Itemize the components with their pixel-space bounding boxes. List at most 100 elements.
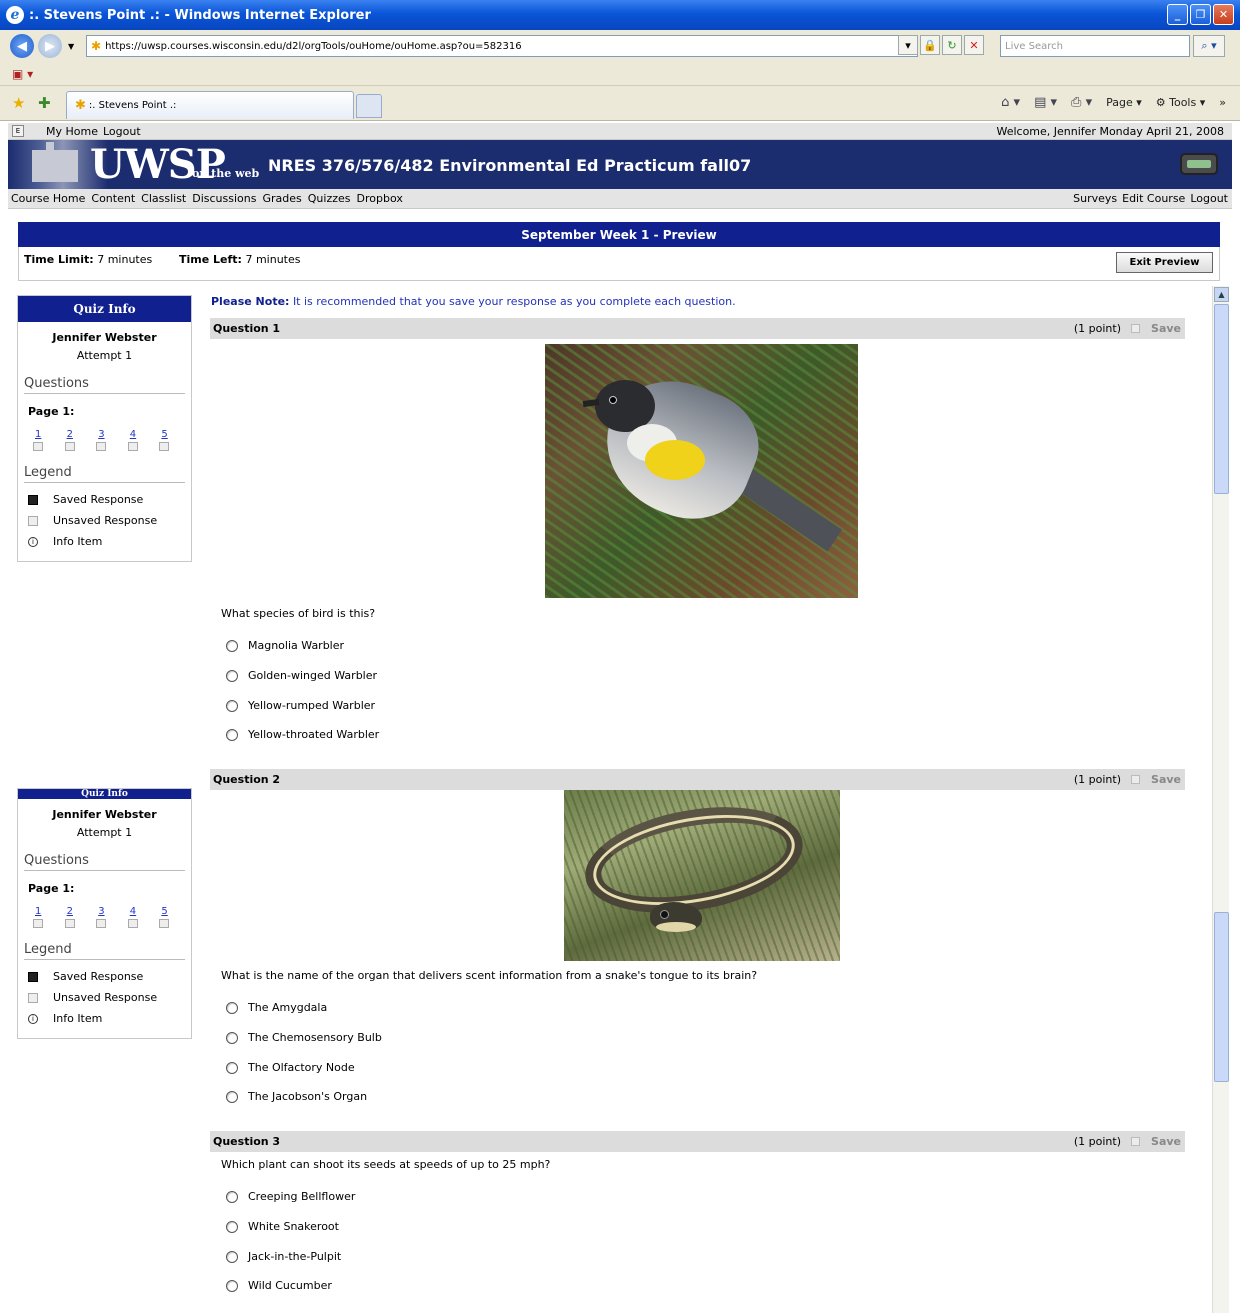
save-button[interactable]: Save	[1151, 773, 1181, 786]
answer-option[interactable]: Yellow-throated Warbler	[226, 728, 379, 741]
more-chevron-icon[interactable]: »	[1219, 96, 1226, 109]
history-dropdown-icon[interactable]: ▼	[68, 42, 74, 51]
question-link[interactable]: 2	[65, 429, 73, 440]
stop-icon[interactable]: ✕	[964, 35, 984, 55]
question-link[interactable]: 1	[33, 906, 41, 917]
minibar-toggle-icon[interactable]: E	[12, 125, 24, 137]
question-label: Question 1	[213, 322, 281, 335]
question-link-item: 1	[33, 906, 65, 928]
back-button[interactable]: ◀	[10, 34, 34, 58]
radio-button[interactable]	[226, 1031, 238, 1044]
url-field[interactable]: ✱ https://uwsp.courses.wisconsin.edu/d2l…	[86, 35, 918, 57]
answer-option[interactable]: Magnolia Warbler	[226, 639, 344, 652]
radio-button[interactable]	[226, 728, 238, 741]
legend-item: i Info Item	[28, 531, 191, 552]
nav-course-home[interactable]: Course Home	[11, 192, 85, 205]
option-label: Creeping Bellflower	[248, 1190, 356, 1203]
answer-option[interactable]: Wild Cucumber	[226, 1279, 332, 1292]
radio-button[interactable]	[226, 1190, 238, 1203]
nav-surveys[interactable]: Surveys	[1073, 192, 1117, 205]
radio-button[interactable]	[226, 1090, 238, 1103]
address-bar: ◀ ▶ ▼ ✱ https://uwsp.courses.wisconsin.e…	[0, 30, 1240, 62]
save-icon[interactable]	[1131, 324, 1140, 333]
radio-button[interactable]	[226, 1220, 238, 1233]
question-link[interactable]: 5	[159, 429, 167, 440]
nav-dropbox[interactable]: Dropbox	[357, 192, 403, 205]
nav-logout[interactable]: Logout	[1190, 192, 1228, 205]
minimize-button[interactable]: _	[1167, 4, 1188, 25]
add-favorite-icon[interactable]: ✚	[38, 94, 51, 112]
logout-link[interactable]: Logout	[103, 125, 141, 138]
page-menu-label: Page	[1106, 96, 1133, 109]
question-links: 1 2 3 4 5	[33, 429, 191, 451]
question-link[interactable]: 1	[33, 429, 41, 440]
url-dropdown-icon[interactable]: ▾	[898, 35, 918, 55]
my-home-link[interactable]: My Home	[46, 125, 98, 138]
home-icon[interactable]: ⌂ ▾	[1001, 95, 1020, 110]
radio-button[interactable]	[226, 1250, 238, 1263]
radio-button[interactable]	[226, 1279, 238, 1292]
unsaved-icon	[96, 919, 107, 928]
save-icon[interactable]	[1131, 775, 1140, 784]
search-input[interactable]: Live Search	[1000, 35, 1190, 57]
nav-quizzes[interactable]: Quizzes	[308, 192, 351, 205]
question-link[interactable]: 3	[96, 906, 104, 917]
page-menu[interactable]: Page ▾	[1106, 96, 1142, 109]
scroll-thumb[interactable]	[1214, 304, 1229, 494]
nav-edit-course[interactable]: Edit Course	[1122, 192, 1185, 205]
answer-option[interactable]: Yellow-rumped Warbler	[226, 699, 375, 712]
radio-button[interactable]	[226, 639, 238, 652]
feeds-icon[interactable]: ▤ ▾	[1034, 95, 1057, 110]
window-titlebar: e :. Stevens Point .: - Windows Internet…	[0, 0, 1240, 30]
exit-preview-button[interactable]: Exit Preview	[1116, 252, 1213, 273]
answer-option[interactable]: Golden-winged Warbler	[226, 669, 377, 682]
restore-button[interactable]: ❐	[1190, 4, 1211, 25]
answer-option[interactable]: The Jacobson's Organ	[226, 1090, 367, 1103]
question-link-item: 5	[159, 429, 191, 451]
radio-button[interactable]	[226, 699, 238, 712]
radio-button[interactable]	[226, 1061, 238, 1074]
content-scrollbar[interactable]: ▲	[1212, 286, 1229, 1313]
unsaved-icon	[33, 919, 43, 928]
d2l-top-nav: E My Home Logout Welcome, Jennifer Monda…	[8, 123, 1232, 140]
save-icon[interactable]	[1131, 1137, 1140, 1146]
nav-grades[interactable]: Grades	[262, 192, 301, 205]
lock-icon[interactable]: 🔒	[920, 35, 940, 55]
scroll-thumb-secondary[interactable]	[1214, 912, 1229, 1082]
close-window-button[interactable]: ✕	[1213, 4, 1234, 25]
favorites-star-icon[interactable]: ★	[12, 94, 25, 112]
answer-option[interactable]: The Olfactory Node	[226, 1061, 355, 1074]
save-button[interactable]: Save	[1151, 322, 1181, 335]
question-link[interactable]: 4	[128, 906, 136, 917]
question-link[interactable]: 3	[96, 429, 104, 440]
answer-option[interactable]: The Chemosensory Bulb	[226, 1031, 382, 1044]
answer-option[interactable]: White Snakeroot	[226, 1220, 339, 1233]
question-link[interactable]: 4	[128, 429, 136, 440]
unsaved-icon	[64, 919, 75, 928]
nav-content[interactable]: Content	[91, 192, 135, 205]
question-points: (1 point)	[1073, 322, 1121, 335]
new-tab-button[interactable]	[356, 94, 382, 118]
nav-discussions[interactable]: Discussions	[192, 192, 256, 205]
print-icon[interactable]: ⎙ ▾	[1071, 95, 1092, 110]
save-button[interactable]: Save	[1151, 1135, 1181, 1148]
radio-button[interactable]	[226, 669, 238, 682]
forward-button[interactable]: ▶	[38, 34, 62, 58]
search-icon[interactable]: ⌕ ▾	[1193, 35, 1225, 57]
scroll-up-icon[interactable]: ▲	[1214, 287, 1229, 302]
browser-tab[interactable]: ✱ :. Stevens Point .:	[66, 91, 354, 119]
translate-icon[interactable]: ▣ ▾	[12, 67, 33, 81]
nav-classlist[interactable]: Classlist	[141, 192, 186, 205]
legend-label: Info Item	[53, 535, 103, 548]
unsaved-icon	[96, 442, 107, 451]
radio-button[interactable]	[226, 1001, 238, 1014]
question-link[interactable]: 5	[159, 906, 167, 917]
answer-option[interactable]: Jack-in-the-Pulpit	[226, 1250, 341, 1263]
answer-option[interactable]: Creeping Bellflower	[226, 1190, 355, 1203]
answer-option[interactable]: The Amygdala	[226, 1001, 327, 1014]
question-link[interactable]: 2	[65, 906, 73, 917]
tab-title: :. Stevens Point .:	[88, 100, 177, 111]
status-badge-icon	[1180, 153, 1218, 175]
refresh-icon[interactable]: ↻	[942, 35, 962, 55]
tools-menu[interactable]: ⚙ Tools ▾	[1156, 96, 1206, 109]
